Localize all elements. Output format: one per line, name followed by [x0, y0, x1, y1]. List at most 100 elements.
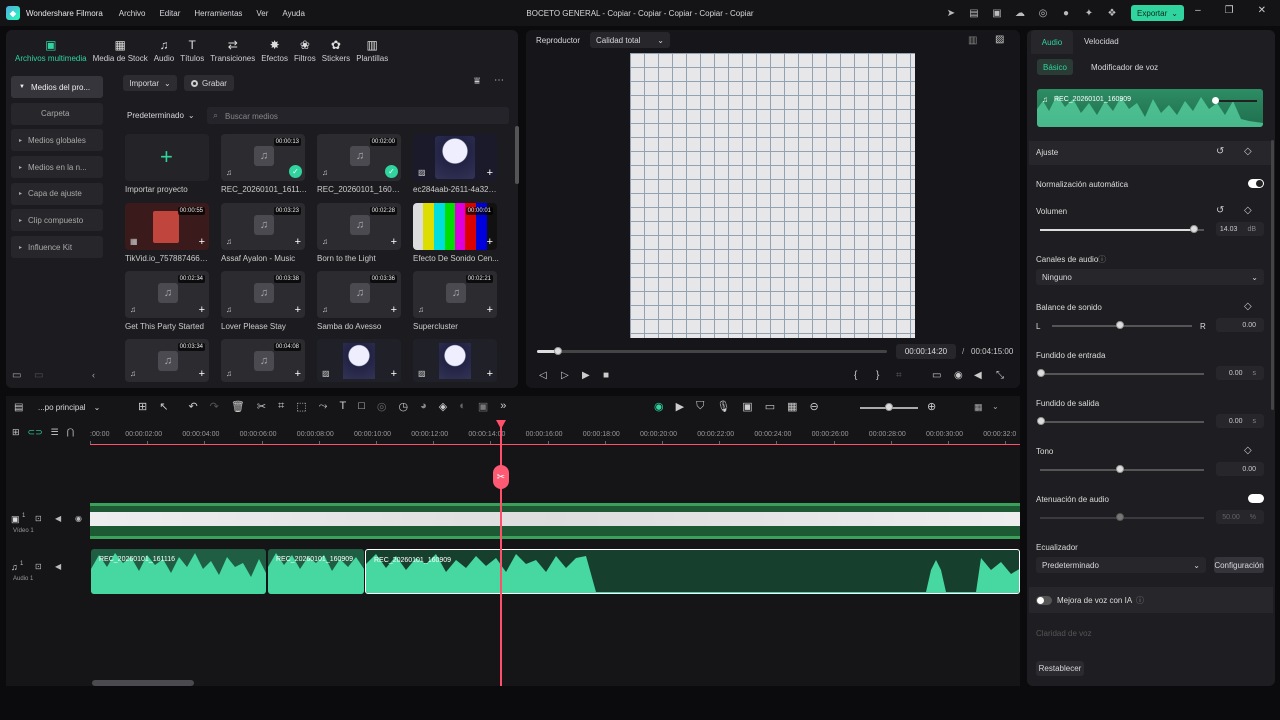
timeline-layout-icon[interactable]: ▤ — [14, 402, 23, 413]
menu-herramientas[interactable]: Herramientas — [194, 9, 242, 18]
media-scrollbar[interactable] — [515, 126, 519, 184]
play-frame-icon[interactable]: ▷ — [561, 370, 569, 381]
record-button[interactable]: Grabar — [184, 75, 234, 91]
color-icon[interactable]: ◕ — [420, 400, 427, 413]
zoom-in-icon[interactable]: ⊕ — [927, 400, 936, 413]
display-icon[interactable]: ▭ — [932, 370, 941, 381]
eye-icon[interactable]: ◉ — [75, 514, 82, 523]
reset-button[interactable]: Restablecer — [1036, 661, 1084, 676]
subtab-basico[interactable]: Básico — [1037, 59, 1073, 75]
menu-ver[interactable]: Ver — [256, 9, 268, 18]
keyframe-icon[interactable]: ◇ — [1244, 146, 1252, 157]
tab-velocidad[interactable]: Velocidad — [1084, 37, 1119, 46]
maximize-icon[interactable]: ❐ — [1225, 5, 1234, 16]
track-manage-icon[interactable]: ☰ — [51, 427, 59, 438]
sequence-dropdown[interactable]: ...po principal ⌄ — [38, 403, 100, 412]
ajuste-section-header[interactable] — [1029, 141, 1273, 165]
grid-view-icon[interactable]: ▥ — [968, 35, 977, 46]
mask-icon[interactable]: ◎ — [377, 400, 387, 413]
more-tools-icon[interactable]: » — [500, 400, 506, 413]
notification-icon[interactable]: ● — [1058, 5, 1074, 21]
player-tab[interactable]: Reproductor — [536, 36, 580, 45]
fade-in-value[interactable]: 0.00 s — [1216, 366, 1264, 380]
clip-volume-knob[interactable] — [1212, 97, 1219, 104]
mark-in-icon[interactable]: { — [854, 370, 857, 381]
fade-in-knob[interactable] — [1037, 369, 1045, 377]
tab-audio-props[interactable]: Audio — [1031, 30, 1073, 54]
video-clip[interactable] — [90, 503, 1020, 539]
scissors-icon[interactable]: ✂ — [257, 400, 266, 413]
support-icon[interactable]: ◎ — [1035, 5, 1051, 21]
media-tile[interactable]: 00:02:28 ♫ ♫ + — [317, 203, 401, 250]
save-icon[interactable]: ▣ — [989, 5, 1005, 21]
crop-icon[interactable]: ⌗ — [278, 400, 284, 413]
transform-icon[interactable]: ⬚ — [296, 400, 306, 413]
cloud-icon[interactable]: ☁ — [1012, 5, 1028, 21]
balance-knob[interactable] — [1116, 321, 1124, 329]
sort-dropdown[interactable]: Predeterminado ⌄ — [127, 111, 195, 120]
volume-icon[interactable]: ◀ — [974, 370, 982, 381]
export-button[interactable]: Exportar ⌄ — [1131, 5, 1184, 21]
audio-clip[interactable]: REC_20260101_160909 — [268, 549, 364, 594]
keyframe-icon[interactable]: ◇ — [1244, 445, 1252, 456]
microphone-icon[interactable]: 🎙 — [716, 400, 730, 413]
properties-scrollbar[interactable] — [1271, 140, 1274, 410]
collapse-sidebar-icon[interactable]: ‹ — [92, 370, 95, 380]
menu-editar[interactable]: Editar — [159, 9, 180, 18]
undo-icon[interactable]: ↶ — [188, 400, 197, 413]
media-tile[interactable]: 00:00:55 ▦ + — [125, 203, 209, 250]
info-icon[interactable]: ⓘ — [1136, 595, 1144, 606]
close-icon[interactable]: ✕ — [1258, 5, 1266, 16]
stabilize-icon[interactable]: ◐ — [459, 400, 466, 413]
subtab-modificador-voz[interactable]: Modificador de voz — [1091, 63, 1158, 72]
media-tile[interactable]: 00:04:08 ♫ ♫ + — [221, 339, 305, 382]
tab-media-de-stock[interactable]: ▦ Media de Stock — [90, 38, 151, 63]
sidebar-item-project-media[interactable]: ▼ Medios del pro... — [11, 76, 103, 98]
grid-icon[interactable]: ▦ — [974, 402, 983, 413]
audio-clip[interactable]: REC_20260101_161116 — [91, 549, 266, 594]
delete-icon[interactable]: 🗑 — [231, 400, 245, 413]
chevron-down-icon[interactable]: ⌄ — [992, 402, 999, 411]
media-tile[interactable]: 00:03:34 ♫ ♫ + — [125, 339, 209, 382]
reset-icon[interactable]: ↺ — [1216, 146, 1224, 157]
folder-icon[interactable]: ▭ — [34, 370, 43, 381]
pitch-knob[interactable] — [1116, 465, 1124, 473]
previous-frame-icon[interactable]: ◁ — [539, 370, 547, 381]
tab-stickers[interactable]: ✿ Stickers — [319, 38, 353, 63]
snap-icon[interactable]: ◉ — [654, 400, 664, 413]
fade-out-value[interactable]: 0.00 s — [1216, 414, 1264, 428]
snapshot-image-icon[interactable]: ▨ — [995, 34, 1004, 45]
equalizer-settings-button[interactable]: Configuración — [1214, 557, 1264, 573]
fade-in-slider[interactable] — [1040, 373, 1204, 375]
redo-icon[interactable]: ↷ — [210, 400, 219, 413]
mute-icon[interactable]: ◀ — [55, 562, 61, 571]
media-tile[interactable]: 00:02:21 ♫ ♫ + — [413, 271, 497, 318]
split-scissors-icon[interactable]: ✂ — [493, 465, 509, 489]
pitch-value[interactable]: 0.00 — [1216, 462, 1264, 476]
media-tile[interactable]: 00:00:01 + — [413, 203, 497, 250]
balance-value[interactable]: 0.00 — [1216, 318, 1264, 332]
mute-icon[interactable]: ◀ — [55, 514, 61, 523]
ai-credits-icon[interactable]: ❖ — [1104, 5, 1120, 21]
mark-out-icon[interactable]: } — [876, 370, 879, 381]
rectangle-icon[interactable]: □ — [358, 400, 365, 413]
volume-value[interactable]: 14.03 dB — [1216, 222, 1264, 236]
play-icon[interactable]: ▶ — [582, 370, 590, 381]
shield-icon[interactable]: ⛉ — [696, 400, 704, 413]
playhead-line[interactable] — [500, 422, 502, 686]
fade-out-knob[interactable] — [1037, 417, 1045, 425]
more-icon[interactable]: ⋯ — [494, 75, 504, 86]
menu-archivo[interactable]: Archivo — [119, 9, 146, 18]
auto-normalization-toggle[interactable] — [1248, 179, 1264, 188]
lock-icon[interactable]: ⊡ — [35, 562, 42, 571]
sidebar-item-cloud-media[interactable]: ▸ Medios en la n... — [11, 156, 103, 179]
film-icon[interactable]: ▦ — [787, 400, 797, 413]
tab-audio[interactable]: ♫ Audio — [151, 38, 177, 63]
keyframe-path-icon[interactable]: ⤳ — [319, 400, 328, 413]
media-tile[interactable]: 00:02:34 ♫ ♫ + — [125, 271, 209, 318]
sidebar-item-global-media[interactable]: ▸ Medios globales — [11, 129, 103, 152]
info-icon[interactable]: ⓘ — [1098, 254, 1106, 265]
fullscreen-icon[interactable]: ⤡ — [996, 370, 1004, 381]
timeline-scrollbar[interactable] — [92, 680, 194, 686]
import-button[interactable]: Importar ⌄ — [123, 75, 177, 91]
